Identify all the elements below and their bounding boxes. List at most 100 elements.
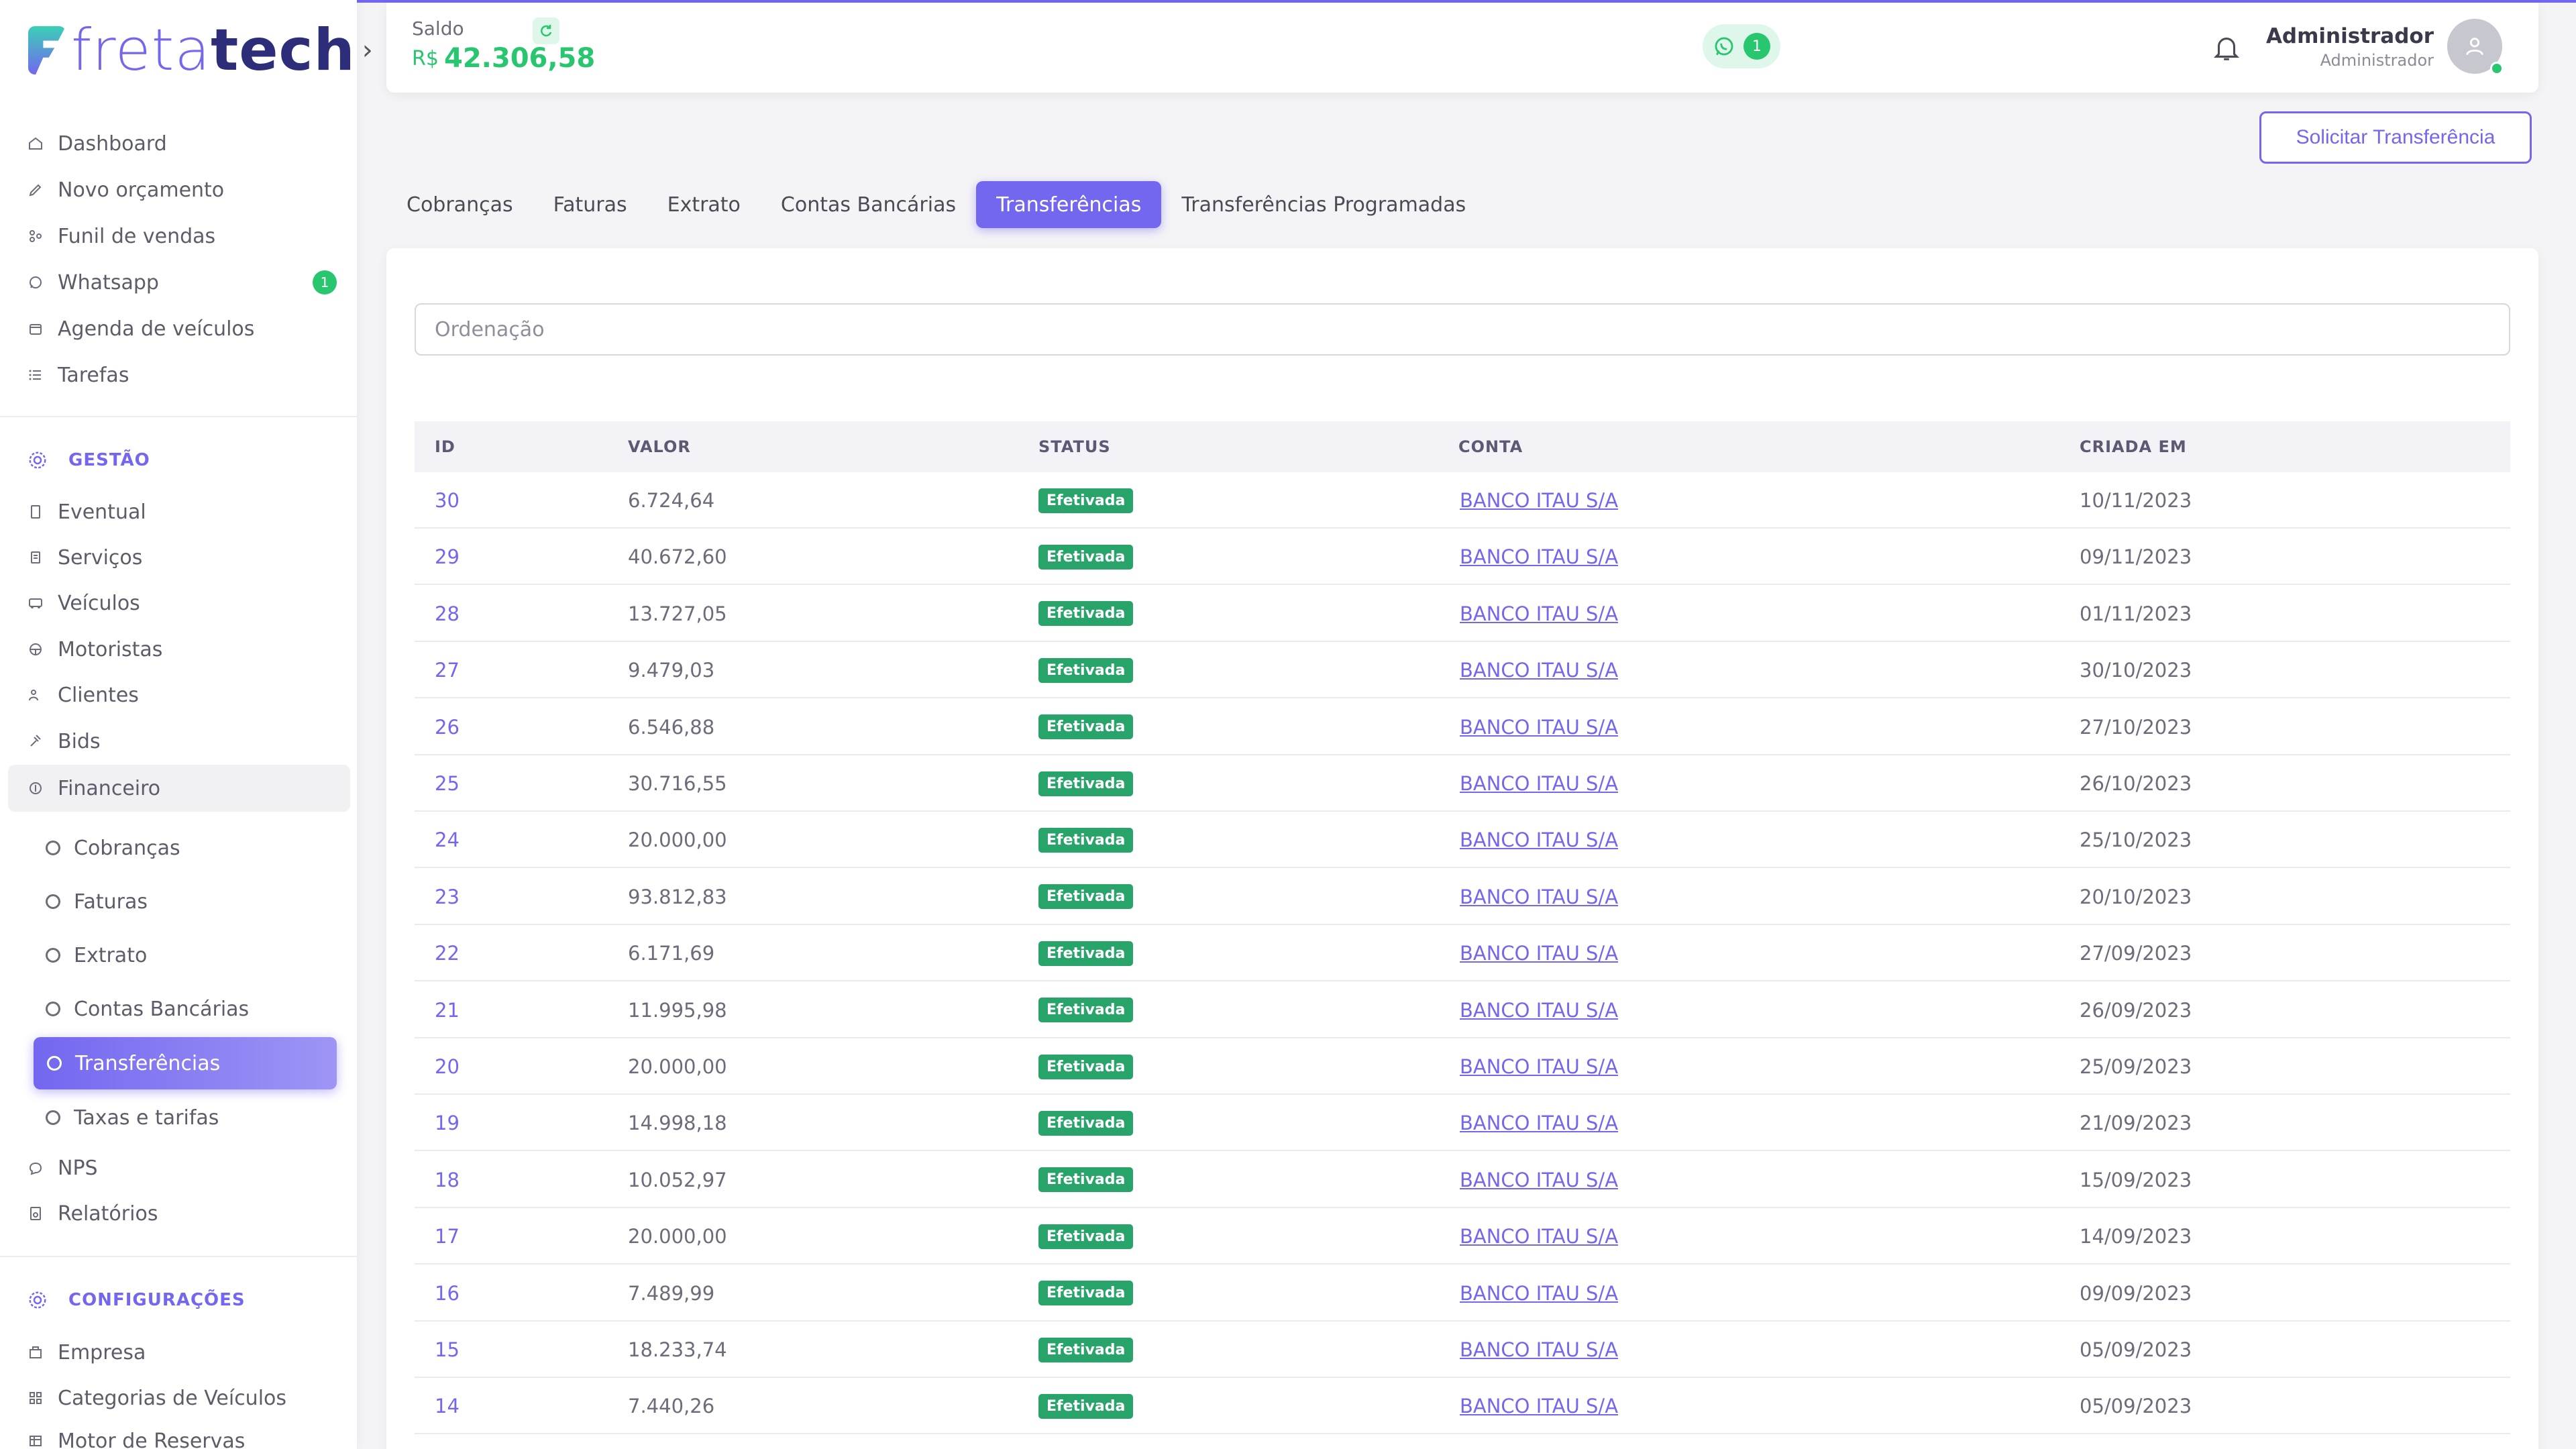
transfer-valor: 10.052,97: [628, 1168, 727, 1191]
whatsapp-notifications-button[interactable]: 1: [1703, 24, 1780, 68]
sidebar-item-empresa[interactable]: Empresa: [27, 1334, 146, 1371]
sidebar-subitem-contas-bancarias[interactable]: Contas Bancárias: [46, 990, 249, 1028]
bank-account-link[interactable]: BANCO ITAU S/A: [1460, 1395, 1618, 1417]
bank-account-link[interactable]: BANCO ITAU S/A: [1460, 1112, 1618, 1134]
bank-account-link[interactable]: BANCO ITAU S/A: [1460, 1338, 1618, 1361]
table-row[interactable]: 20 20.000,00 Efetivada BANCO ITAU S/A 25/09/…: [415, 1038, 2510, 1095]
bank-account-link[interactable]: BANCO ITAU S/A: [1460, 1055, 1618, 1078]
table-row[interactable]: 29 40.672,60 Efetivada BANCO ITAU S/A 09/11/…: [415, 529, 2510, 586]
transfer-id-link[interactable]: 20: [435, 1038, 460, 1095]
sidebar-item-motor-de-reservas[interactable]: Motor de Reservas: [27, 1422, 245, 1449]
sidebar-item-clientes[interactable]: Clientes: [27, 676, 139, 714]
sidebar-item-nps[interactable]: NPS: [27, 1149, 98, 1187]
coin-icon: [27, 780, 44, 797]
sidebar-subitem-taxas-e-tarifas[interactable]: Taxas e tarifas: [46, 1099, 219, 1136]
sidebar-subitem-cobrancas[interactable]: Cobranças: [46, 829, 180, 867]
table-row[interactable]: 28 13.727,05 Efetivada BANCO ITAU S/A 01/11/…: [415, 586, 2510, 642]
bank-account-link[interactable]: BANCO ITAU S/A: [1460, 602, 1618, 625]
transfer-id-link[interactable]: 14: [435, 1378, 460, 1434]
bank-account-link[interactable]: BANCO ITAU S/A: [1460, 659, 1618, 682]
column-header-id[interactable]: ID: [435, 421, 455, 472]
tab-extrato[interactable]: Extrato: [647, 181, 761, 228]
tab-contas-bancarias[interactable]: Contas Bancárias: [761, 181, 976, 228]
bank-account-link[interactable]: BANCO ITAU S/A: [1460, 716, 1618, 739]
transfer-id-link[interactable]: 18: [435, 1152, 460, 1208]
bank-account-link[interactable]: BANCO ITAU S/A: [1460, 1282, 1618, 1305]
table-row[interactable]: 15 18.233,74 Efetivada BANCO ITAU S/A 05/09/…: [415, 1322, 2510, 1378]
bank-account-link[interactable]: BANCO ITAU S/A: [1460, 1225, 1618, 1248]
bank-account-link[interactable]: BANCO ITAU S/A: [1460, 942, 1618, 965]
bank-account-link[interactable]: BANCO ITAU S/A: [1460, 828, 1618, 851]
sidebar-item-whatsapp[interactable]: Whatsapp: [27, 264, 159, 301]
sidebar-item-financeiro[interactable]: Financeiro: [27, 769, 160, 807]
clipboard-icon: [27, 549, 44, 566]
column-header-valor[interactable]: VALOR: [628, 421, 691, 472]
table-row[interactable]: 24 20.000,00 Efetivada BANCO ITAU S/A 25/10/…: [415, 812, 2510, 869]
transfer-id-link[interactable]: 19: [435, 1095, 460, 1151]
column-header-status[interactable]: STATUS: [1038, 421, 1111, 472]
sidebar-item-servicos[interactable]: Serviços: [27, 539, 142, 576]
transfer-id-link[interactable]: 25: [435, 755, 460, 812]
brand-logo[interactable]: fretatech ›: [28, 20, 373, 80]
solicitar-transferencia-button[interactable]: Solicitar Transferência: [2259, 111, 2532, 164]
tab-cobrancas[interactable]: Cobranças: [386, 181, 533, 228]
table-row[interactable]: 17 20.000,00 Efetivada BANCO ITAU S/A 14/09/…: [415, 1208, 2510, 1265]
transfer-id-link[interactable]: 24: [435, 812, 460, 868]
transfer-id-link[interactable]: 15: [435, 1322, 460, 1378]
status-badge: Efetivada: [1038, 1167, 1134, 1193]
table-row[interactable]: 27 9.479,03 Efetivada BANCO ITAU S/A 30/10/2…: [415, 642, 2510, 699]
bank-account-link[interactable]: BANCO ITAU S/A: [1460, 489, 1618, 512]
transfer-id-link[interactable]: 16: [435, 1265, 460, 1322]
sidebar-item-tarefas[interactable]: Tarefas: [27, 356, 129, 394]
sidebar-item-eventual[interactable]: Eventual: [27, 493, 146, 531]
sidebar-subitem-transferencias[interactable]: Transferências: [34, 1037, 337, 1089]
column-header-conta[interactable]: CONTA: [1458, 421, 1523, 472]
table-row[interactable]: 14 7.440,26 Efetivada BANCO ITAU S/A 05/09/2…: [415, 1378, 2510, 1435]
transfer-id-link[interactable]: 29: [435, 529, 460, 585]
conta-cell: BANCO ITAU S/A: [1460, 1095, 1618, 1151]
sidebar-item-funil-de-vendas[interactable]: Funil de vendas: [27, 217, 215, 255]
tab-faturas[interactable]: Faturas: [533, 181, 647, 228]
transfer-id-link[interactable]: 22: [435, 925, 460, 981]
transfer-id-link[interactable]: 26: [435, 699, 460, 755]
transfer-id-link[interactable]: 30: [435, 472, 460, 529]
sidebar-subitem-extrato[interactable]: Extrato: [46, 936, 147, 974]
bank-account-link[interactable]: BANCO ITAU S/A: [1460, 545, 1618, 568]
transfer-id-link[interactable]: 28: [435, 586, 460, 642]
column-header-criada-em[interactable]: CRIADA EM: [2080, 421, 2187, 472]
table-row[interactable]: 16 7.489,99 Efetivada BANCO ITAU S/A 09/09/2…: [415, 1265, 2510, 1322]
transfer-id-link[interactable]: 21: [435, 982, 460, 1038]
table-row[interactable]: 21 11.995,98 Efetivada BANCO ITAU S/A 26/09/…: [415, 982, 2510, 1038]
refresh-icon[interactable]: [533, 17, 559, 44]
bank-account-link[interactable]: BANCO ITAU S/A: [1460, 999, 1618, 1022]
sidebar-item-relatorios[interactable]: Relatórios: [27, 1195, 158, 1232]
table-row[interactable]: 26 6.546,88 Efetivada BANCO ITAU S/A 27/10/2…: [415, 699, 2510, 755]
transfer-id-link[interactable]: 17: [435, 1208, 460, 1265]
table-row[interactable]: 19 14.998,18 Efetivada BANCO ITAU S/A 21/09/…: [415, 1095, 2510, 1152]
sidebar-item-bids[interactable]: Bids: [27, 722, 101, 760]
bank-account-link[interactable]: BANCO ITAU S/A: [1460, 772, 1618, 795]
transfer-id-link[interactable]: 27: [435, 642, 460, 698]
sidebar-item-veiculos[interactable]: Veículos: [27, 584, 140, 622]
sidebar-item-categorias-de-veiculos[interactable]: Categorias de Veículos: [27, 1379, 286, 1417]
bank-account-link[interactable]: BANCO ITAU S/A: [1460, 885, 1618, 908]
sidebar-subitem-faturas[interactable]: Faturas: [46, 883, 148, 920]
table-row[interactable]: 30 6.724,64 Efetivada BANCO ITAU S/A 10/11/2…: [415, 472, 2510, 529]
table-row[interactable]: 25 30.716,55 Efetivada BANCO ITAU S/A 26/10/…: [415, 755, 2510, 812]
transfer-created-date: 20/10/2023: [2080, 885, 2192, 908]
sidebar-item-dashboard[interactable]: Dashboard: [27, 125, 167, 162]
bell-icon[interactable]: [2211, 32, 2242, 63]
sidebar-item-motoristas[interactable]: Motoristas: [27, 631, 162, 668]
sidebar-item-agenda-de-veiculos[interactable]: Agenda de veículos: [27, 310, 254, 347]
transfer-id-link[interactable]: 23: [435, 869, 460, 925]
tab-transferencias[interactable]: Transferências: [976, 181, 1162, 228]
tab-transferencias-programadas[interactable]: Transferências Programadas: [1161, 181, 1486, 228]
transfer-created-date: 25/10/2023: [2080, 828, 2192, 852]
sidebar-item-novo-orcamento[interactable]: Novo orçamento: [27, 171, 224, 209]
table-row[interactable]: 18 10.052,97 Efetivada BANCO ITAU S/A 15/09/…: [415, 1152, 2510, 1208]
chevron-right-icon[interactable]: ›: [362, 35, 373, 66]
table-row[interactable]: 22 6.171,69 Efetivada BANCO ITAU S/A 27/09/2…: [415, 925, 2510, 982]
table-row[interactable]: 23 93.812,83 Efetivada BANCO ITAU S/A 20/10/…: [415, 869, 2510, 925]
ordenacao-input[interactable]: [415, 303, 2510, 356]
bank-account-link[interactable]: BANCO ITAU S/A: [1460, 1169, 1618, 1191]
